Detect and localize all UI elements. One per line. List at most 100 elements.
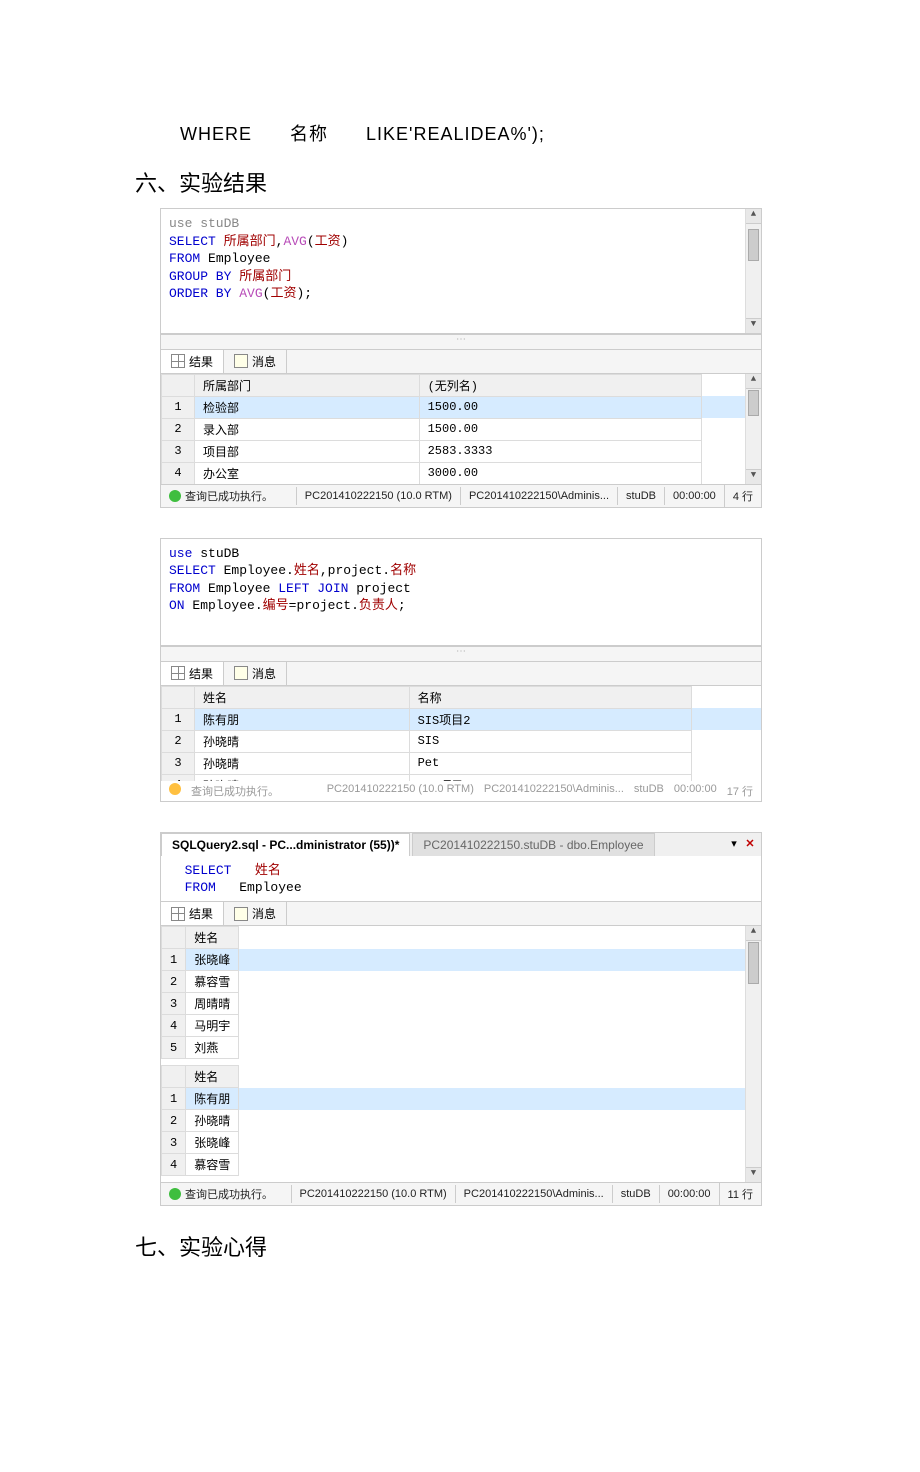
status-bar-2-clipped: 查询已成功执行。 PC201410222150 (10.0 RTM) PC201… xyxy=(161,781,761,801)
cell[interactable]: 孙晓晴 xyxy=(195,730,410,752)
cell[interactable]: 录入部 xyxy=(195,418,420,440)
cell[interactable]: 马明宇 xyxy=(186,1015,239,1037)
cell[interactable]: 慕容雪 xyxy=(186,1154,239,1176)
sql-col: 工资 xyxy=(315,234,341,249)
table-row[interactable]: 3张晓峰 xyxy=(162,1132,761,1154)
table-row[interactable]: 2孙晓晴SIS xyxy=(162,730,761,752)
status-server: PC201410222150 (10.0 RTM) xyxy=(327,783,474,799)
table-row[interactable]: 4孙晓晴Pet项目2 xyxy=(162,774,761,781)
table-row[interactable]: 1陈有朋 xyxy=(162,1088,761,1110)
cell[interactable]: 1500.00 xyxy=(419,396,702,418)
col-header[interactable]: 姓名 xyxy=(186,1066,239,1088)
row-number: 2 xyxy=(162,418,195,440)
scroll-down-icon[interactable]: ▼ xyxy=(746,318,761,333)
status-icon xyxy=(169,783,181,795)
cell[interactable]: 孙晓晴 xyxy=(195,752,410,774)
cell[interactable]: 陈有朋 xyxy=(186,1088,239,1110)
splitter[interactable]: ⋯ xyxy=(161,334,761,350)
tab-messages[interactable]: 消息 xyxy=(224,902,287,925)
scroll-thumb[interactable] xyxy=(748,390,759,416)
cell[interactable]: 张晓峰 xyxy=(186,949,239,971)
sql-editor-2[interactable]: use stuDB SELECT Employee.姓名,project.名称 … xyxy=(161,539,761,646)
tab-results[interactable]: 结果 xyxy=(161,662,224,685)
col-header[interactable]: 所属部门 xyxy=(195,374,420,396)
col-header[interactable]: (无列名) xyxy=(419,374,702,396)
col-header[interactable]: 名称 xyxy=(409,686,692,708)
scrollbar-vertical[interactable]: ▲ ▼ xyxy=(745,926,761,1182)
table-row[interactable]: 4慕容雪 xyxy=(162,1154,761,1176)
cell[interactable]: 办公室 xyxy=(195,462,420,484)
sql-editor-3[interactable]: SELECT 姓名 FROM Employee xyxy=(161,856,761,902)
table-row[interactable]: 4马明宇 xyxy=(162,1015,761,1037)
table-row[interactable]: 1陈有朋SIS项目2 xyxy=(162,708,761,730)
table-row[interactable]: 3项目部2583.3333 xyxy=(162,440,761,462)
window-dropdown-icon[interactable]: ▾ xyxy=(727,837,741,851)
tab-messages[interactable]: 消息 xyxy=(224,662,287,685)
ssms-panel-3: SQLQuery2.sql - PC...dministrator (55))*… xyxy=(160,832,762,1206)
col-header[interactable]: 姓名 xyxy=(195,686,410,708)
scroll-down-icon[interactable]: ▼ xyxy=(746,469,761,484)
tab-results[interactable]: 结果 xyxy=(161,350,224,373)
cell[interactable]: 张晓峰 xyxy=(186,1132,239,1154)
status-time: 00:00:00 xyxy=(659,1185,719,1203)
status-text: 查询已成功执行。 xyxy=(191,783,279,799)
cell[interactable]: 孙晓晴 xyxy=(195,774,410,781)
status-db: stuDB xyxy=(612,1185,659,1203)
cell[interactable]: 3000.00 xyxy=(419,462,702,484)
table-row[interactable]: 2慕容雪 xyxy=(162,971,761,993)
sql-col: 名称 xyxy=(390,563,416,578)
status-rows: 4 行 xyxy=(724,485,761,507)
sql-editor-1[interactable]: ▲ ▼ use stuDB SELECT 所属部门,AVG(工资) FROM E… xyxy=(161,209,761,334)
cell[interactable]: 陈有朋 xyxy=(195,708,410,730)
scroll-down-icon[interactable]: ▼ xyxy=(746,1167,761,1182)
grid-header-row: 所属部门 (无列名) xyxy=(162,374,761,396)
splitter[interactable]: ⋯ xyxy=(161,646,761,662)
col-header[interactable]: 姓名 xyxy=(186,927,239,949)
cell[interactable]: 项目部 xyxy=(195,440,420,462)
cell[interactable]: Pet项目2 xyxy=(409,774,692,781)
tab-messages[interactable]: 消息 xyxy=(224,350,287,373)
sql-kw: LEFT JOIN xyxy=(278,581,356,596)
scroll-thumb[interactable] xyxy=(748,942,759,984)
cell[interactable]: 1500.00 xyxy=(419,418,702,440)
cell[interactable]: 周晴晴 xyxy=(186,993,239,1015)
table-row[interactable]: 5刘燕 xyxy=(162,1037,761,1059)
table-row[interactable]: 2录入部1500.00 xyxy=(162,418,761,440)
sql-col: 姓名 xyxy=(294,563,320,578)
tab-results[interactable]: 结果 xyxy=(161,902,224,925)
window-tabs: SQLQuery2.sql - PC...dministrator (55))*… xyxy=(161,833,761,856)
sql-text: project xyxy=(296,598,351,613)
cell[interactable]: 孙晓晴 xyxy=(186,1110,239,1132)
sql-text: , xyxy=(320,563,328,578)
scrollbar-vertical[interactable]: ▲ ▼ xyxy=(745,374,761,484)
cell[interactable]: 慕容雪 xyxy=(186,971,239,993)
cell[interactable]: SIS项目2 xyxy=(409,708,692,730)
table-row[interactable]: 1张晓峰 xyxy=(162,949,761,971)
result-grid-2: 姓名 名称 1陈有朋SIS项目2 2孙晓晴SIS 3孙晓晴Pet 4孙晓晴Pet… xyxy=(161,686,761,781)
sql-kw: SELECT xyxy=(169,563,224,578)
scroll-up-icon[interactable]: ▲ xyxy=(746,209,761,224)
cell[interactable]: SIS xyxy=(409,730,692,752)
sql-text: project xyxy=(356,581,411,596)
window-tab[interactable]: PC201410222150.stuDB - dbo.Employee xyxy=(412,833,654,856)
table-row[interactable]: 2孙晓晴 xyxy=(162,1110,761,1132)
scroll-up-icon[interactable]: ▲ xyxy=(746,926,761,941)
table-row[interactable]: 3周晴晴 xyxy=(162,993,761,1015)
sql-text: project xyxy=(328,563,383,578)
table-row[interactable]: 1检验部1500.00 xyxy=(162,396,761,418)
grid-header-row: 姓名 xyxy=(162,1066,761,1088)
cell[interactable]: Pet xyxy=(409,752,692,774)
sql-text: . xyxy=(351,598,359,613)
row-number: 2 xyxy=(162,1110,186,1132)
status-success: 查询已成功执行。 xyxy=(161,485,281,507)
close-icon[interactable]: ✕ xyxy=(743,837,757,851)
scrollbar-vertical[interactable]: ▲ ▼ xyxy=(745,209,761,333)
cell[interactable]: 刘燕 xyxy=(186,1037,239,1059)
window-tab-active[interactable]: SQLQuery2.sql - PC...dministrator (55))* xyxy=(161,833,410,856)
scroll-up-icon[interactable]: ▲ xyxy=(746,374,761,389)
cell[interactable]: 2583.3333 xyxy=(419,440,702,462)
row-number: 4 xyxy=(162,774,195,781)
cell[interactable]: 检验部 xyxy=(195,396,420,418)
scroll-thumb[interactable] xyxy=(748,229,759,261)
table-row[interactable]: 4办公室3000.00 xyxy=(162,462,761,484)
